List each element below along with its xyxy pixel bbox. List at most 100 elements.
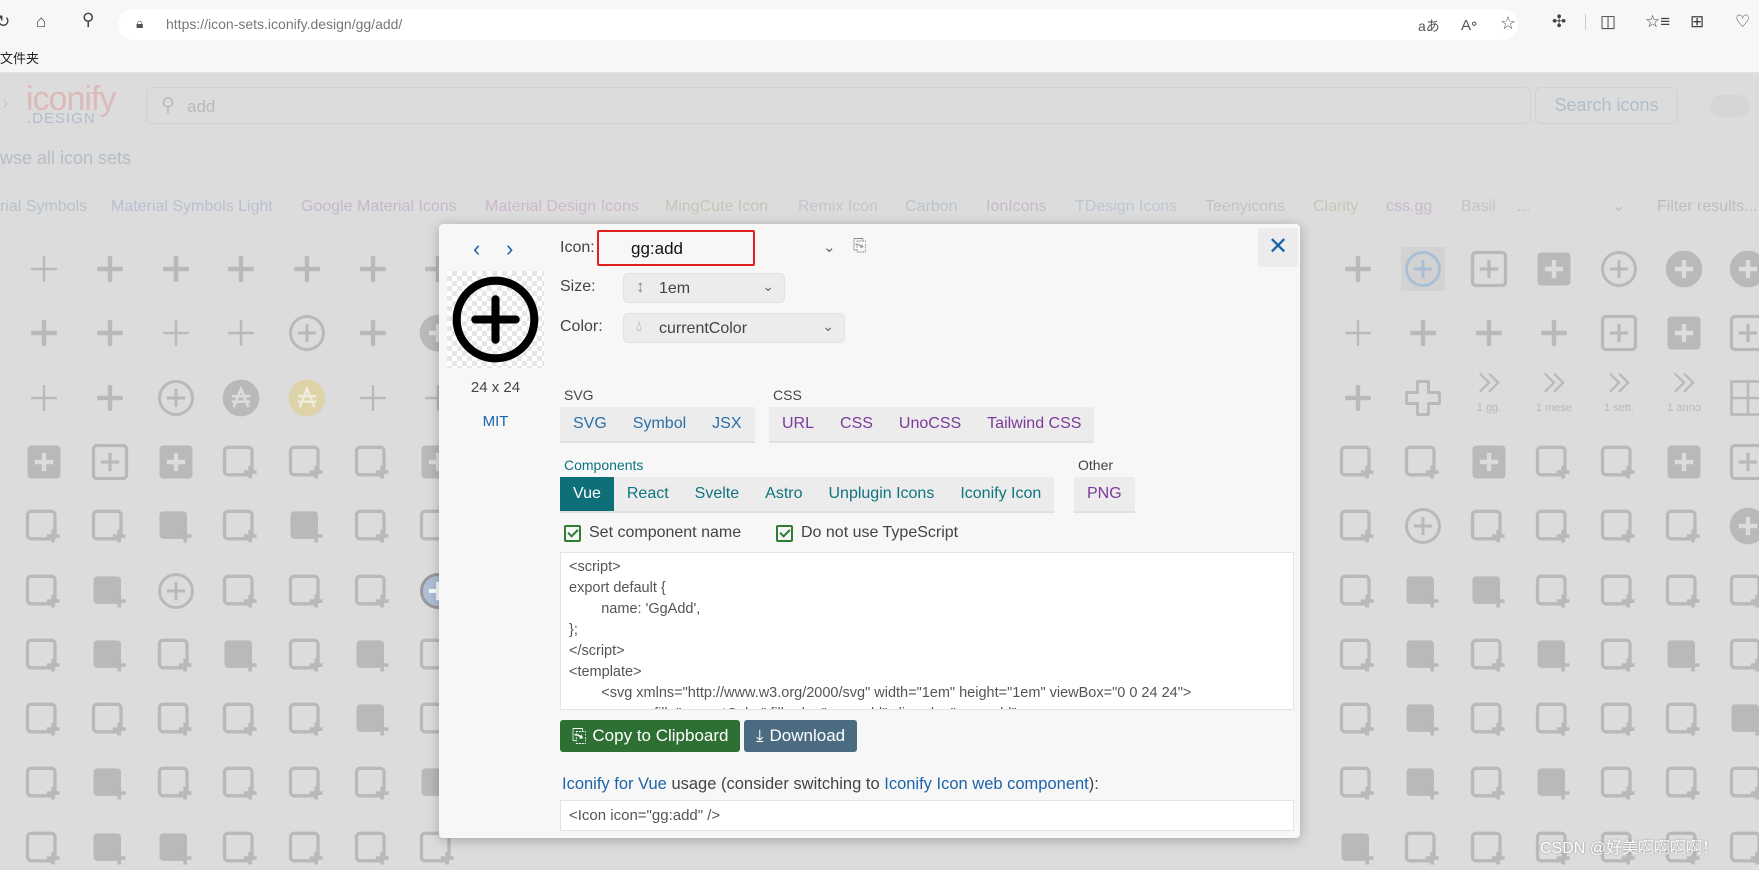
plus-icon[interactable] (219, 247, 263, 291)
hexagon-plus-filled-icon[interactable] (154, 826, 198, 870)
css-tab[interactable]: CSS (827, 407, 886, 441)
plus-circle-selected-icon[interactable] (1401, 247, 1445, 291)
home-icon[interactable]: ⌂ (36, 12, 46, 32)
browser-plus-icon[interactable] (22, 569, 66, 613)
favorite-star-icon[interactable]: ☆ (1500, 13, 1516, 34)
card-plus-icon[interactable] (1336, 569, 1380, 613)
image-plus-icon[interactable] (219, 569, 263, 613)
icon-set-tab[interactable]: Material Symbols Light (111, 198, 273, 216)
plus-square-icon[interactable] (1467, 247, 1511, 291)
note-plus-icon[interactable] (22, 697, 66, 741)
plus-circle-icon[interactable] (1401, 504, 1445, 548)
filter-results-input[interactable]: Filter results... (1657, 198, 1757, 216)
plus-circle-icon[interactable] (1597, 247, 1641, 291)
file-plus-icon[interactable] (1336, 504, 1380, 548)
usage-code[interactable]: <Icon icon="gg:add" /> (560, 800, 1294, 831)
icon-set-tab[interactable]: css.gg (1386, 198, 1432, 216)
home-plus-filled-icon[interactable] (351, 697, 395, 741)
phone-plus-icon[interactable] (1726, 761, 1759, 805)
chevron-down-icon[interactable]: ⌄ (1612, 196, 1625, 216)
file-plus-filled-icon[interactable] (1726, 697, 1759, 741)
plus-icon[interactable] (1532, 311, 1576, 355)
list-plus-icon[interactable] (351, 569, 395, 613)
plus-icon[interactable] (154, 247, 198, 291)
plus-square-filled-icon[interactable] (1662, 440, 1706, 484)
close-button[interactable]: ✕ (1258, 228, 1298, 267)
plus-icon[interactable] (1336, 247, 1380, 291)
plus-icon[interactable] (1467, 311, 1511, 355)
plus-square-filled-icon[interactable] (1467, 440, 1511, 484)
plus-circle-filled-icon[interactable] (1662, 247, 1706, 291)
css-tab[interactable]: URL (769, 407, 827, 441)
plus-circle-filled-icon[interactable] (1726, 504, 1759, 548)
chat-plus-icon[interactable] (1467, 761, 1511, 805)
wifi-plus-icon[interactable] (219, 697, 263, 741)
download-button[interactable]: ⤓Download (744, 720, 857, 752)
box-plus-icon[interactable] (1726, 826, 1759, 870)
plus-thin-icon[interactable] (351, 376, 395, 420)
cake-plus-filled-icon[interactable] (1532, 633, 1576, 677)
hexagon-plus-icon[interactable] (219, 826, 263, 870)
no-typescript-checkbox[interactable]: Do not use TypeScript (776, 524, 958, 542)
icon-name-field[interactable]: gg:add (597, 230, 755, 266)
favorites-icon[interactable]: ☆≡ (1645, 12, 1670, 32)
plus-icon[interactable] (351, 311, 395, 355)
plus-circle-icon[interactable] (154, 376, 198, 420)
plus-square-icon[interactable] (1597, 311, 1641, 355)
map-plus-icon[interactable] (1336, 440, 1380, 484)
link-plus-icon[interactable] (154, 761, 198, 805)
check-plus-icon[interactable] (1532, 504, 1576, 548)
plus-icon[interactable] (88, 247, 132, 291)
split-screen-icon[interactable]: ◫ (1600, 12, 1616, 32)
check-plus-icon[interactable] (1597, 697, 1641, 741)
chat-plus-filled-icon[interactable] (1401, 761, 1445, 805)
search-icon[interactable]: ⚲ (82, 10, 94, 30)
icon-set-tab[interactable]: rial Symbols (0, 198, 87, 216)
icon-set-tab[interactable]: IonIcons (986, 198, 1046, 216)
plus-square-icon[interactable] (1726, 311, 1759, 355)
house-plus-filled-icon[interactable] (1532, 761, 1576, 805)
chevron-down-icon[interactable]: ⌄ (823, 238, 836, 256)
plus-thin-icon[interactable] (154, 311, 198, 355)
plus-icon[interactable] (1401, 311, 1445, 355)
link-plus-icon[interactable] (1597, 569, 1641, 613)
color-select[interactable]: 💧︎ currentColor ⌄ (623, 313, 845, 343)
home-plus-filled-icon[interactable] (1401, 697, 1445, 741)
bag-plus-filled-icon[interactable] (285, 504, 329, 548)
theme-toggle[interactable] (1710, 95, 1750, 117)
plus-thin-icon[interactable] (22, 247, 66, 291)
card-plus-icon[interactable] (285, 697, 329, 741)
copy-icon-name-icon[interactable]: ⎘ (853, 236, 867, 256)
grid-plus-icon[interactable] (1726, 376, 1759, 420)
component-tab[interactable]: React (614, 477, 682, 511)
icon-set-tab[interactable]: Remix Icon (798, 198, 878, 216)
leaf-plus-icon[interactable] (22, 826, 66, 870)
plus-thin-icon[interactable] (22, 376, 66, 420)
plus-thin-icon[interactable] (1336, 311, 1380, 355)
plus-icon[interactable] (22, 311, 66, 355)
columns-plus-icon[interactable] (219, 761, 263, 805)
lock-icon[interactable]: 🔒︎ (136, 15, 143, 32)
component-tab[interactable]: Unplugin Icons (815, 477, 947, 511)
plus-circle-filled-icon[interactable] (1726, 247, 1759, 291)
icon-set-tab[interactable]: Material Design Icons (485, 198, 639, 216)
cake-plus-filled-icon[interactable] (88, 633, 132, 677)
plus-square-icon[interactable] (88, 440, 132, 484)
tag-plus-icon[interactable] (1597, 440, 1641, 484)
folder-plus-icon[interactable] (1532, 440, 1576, 484)
plus-thin-icon[interactable] (219, 311, 263, 355)
card-plus-icon[interactable] (1336, 697, 1380, 741)
plus-icon[interactable] (351, 247, 395, 291)
cake-plus-filled-icon[interactable] (1401, 633, 1445, 677)
component-tab[interactable]: Svelte (682, 477, 752, 511)
file-plus-filled-icon[interactable] (219, 633, 263, 677)
next-icon-button[interactable]: › (506, 236, 513, 262)
bag-plus-filled-icon[interactable] (154, 504, 198, 548)
search-input[interactable]: ⚲ add (146, 87, 1531, 124)
set-component-name-checkbox[interactable]: Set component name (564, 524, 741, 542)
check-plus-icon[interactable] (285, 761, 329, 805)
columns-plus-icon[interactable] (1662, 569, 1706, 613)
wifi-plus-icon[interactable] (154, 633, 198, 677)
pencil-plus-icon[interactable] (1401, 440, 1445, 484)
plus-square-icon[interactable] (1726, 440, 1759, 484)
